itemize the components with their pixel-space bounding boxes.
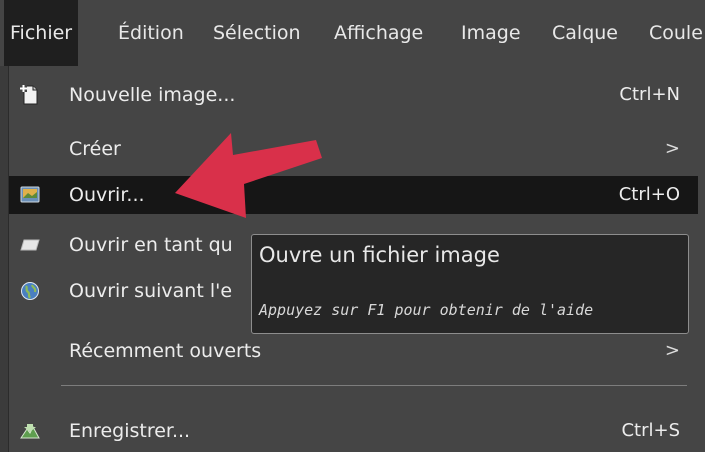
open-location-icon	[21, 282, 39, 300]
menu-edition[interactable]: Édition	[118, 0, 184, 66]
open-image-icon	[20, 186, 40, 203]
shortcut-label: Ctrl+N	[619, 84, 680, 105]
submenu-chevron-icon: >	[664, 138, 680, 159]
menubar: Fichier Édition Sélection Affichage Imag…	[0, 0, 705, 66]
menu-item-label: Enregistrer...	[69, 420, 191, 442]
menu-item-label: Ouvrir suivant l'e	[69, 280, 233, 302]
menu-fichier[interactable]: Fichier	[4, 0, 79, 66]
tooltip-help: Appuyez sur F1 pour obtenir de l'aide	[259, 301, 594, 319]
menu-item-creer[interactable]: Créer >	[9, 130, 698, 168]
shortcut-label: Ctrl+O	[618, 184, 680, 205]
menu-item-nouvelle-image[interactable]: Nouvelle image... Ctrl+N	[9, 76, 698, 114]
menu-item-label: Nouvelle image...	[69, 84, 236, 106]
open-as-layers-icon	[20, 239, 40, 251]
submenu-chevron-icon: >	[664, 340, 680, 361]
menu-item-label: Récemment ouverts	[69, 340, 262, 362]
save-icon	[20, 424, 40, 439]
shortcut-label: Ctrl+S	[621, 420, 680, 441]
menu-item-label: Créer	[69, 138, 121, 160]
menu-image[interactable]: Image	[461, 0, 521, 66]
menu-item-ouvrir[interactable]: Ouvrir... Ctrl+O	[9, 176, 698, 214]
menu-item-enregistrer[interactable]: Enregistrer... Ctrl+S	[9, 412, 698, 450]
tooltip-title: Ouvre un fichier image	[259, 243, 500, 267]
new-image-icon	[20, 85, 38, 105]
tooltip: Ouvre un fichier image Appuyez sur F1 po…	[251, 234, 689, 334]
menu-calque[interactable]: Calque	[552, 0, 618, 66]
menu-item-recemment-ouverts[interactable]: Récemment ouverts >	[9, 332, 698, 370]
menu-couleurs[interactable]: Coule	[649, 0, 703, 66]
menu-item-label: Ouvrir...	[69, 184, 145, 206]
menu-separator	[61, 385, 687, 386]
menu-item-label: Ouvrir en tant qu	[69, 234, 233, 256]
menu-selection[interactable]: Sélection	[213, 0, 301, 66]
menu-affichage[interactable]: Affichage	[334, 0, 423, 66]
